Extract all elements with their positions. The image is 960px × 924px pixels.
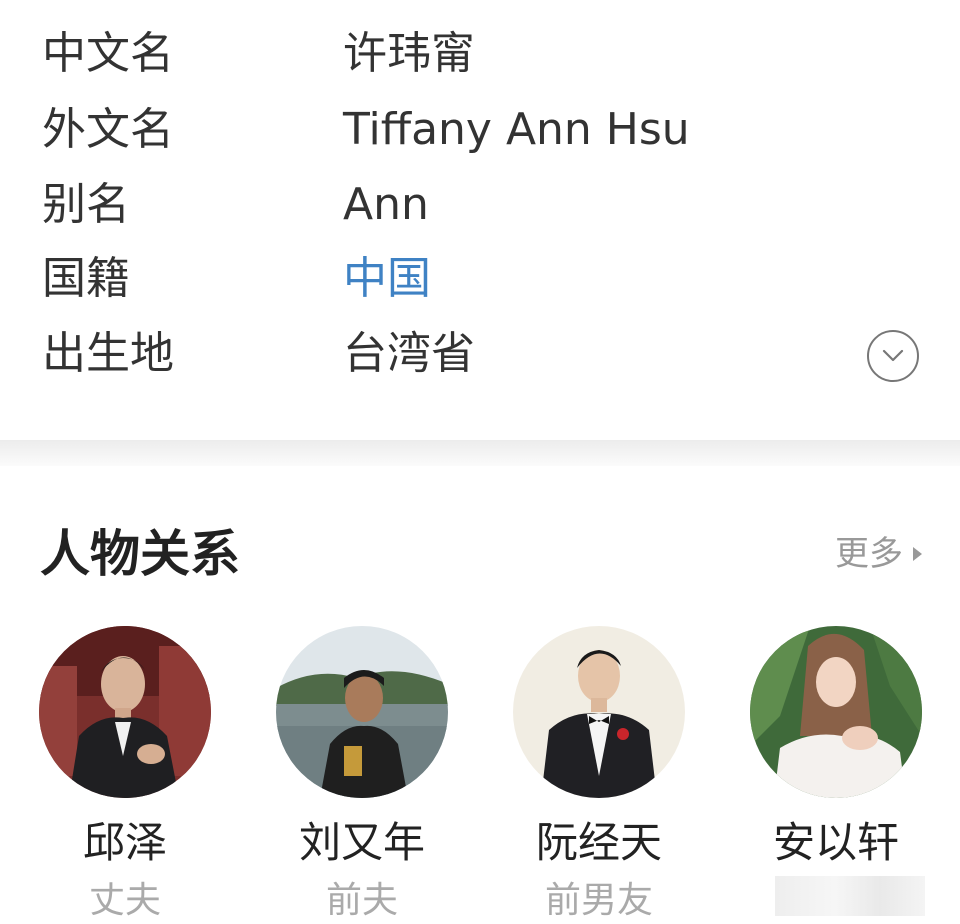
more-label: 更多 xyxy=(835,534,903,574)
relation-person[interactable]: 邱泽 丈夫 xyxy=(39,626,211,921)
arrow-right-icon xyxy=(913,547,922,561)
person-name: 阮经天 xyxy=(535,818,662,867)
relation-person[interactable]: 刘又年 前夫 xyxy=(276,626,448,921)
relations-section: 人物关系 更多 邱泽 丈夫 刘又年 前夫 阮经天 前男友 安以轩 xyxy=(0,466,960,921)
person-relation: 前夫 xyxy=(325,880,398,921)
info-value: 台湾省 xyxy=(343,328,475,379)
info-label: 别名 xyxy=(42,179,130,230)
info-row-alias: 别名 Ann xyxy=(0,175,960,235)
info-row-birthplace: 出生地 台湾省 xyxy=(0,324,960,384)
person-relation: 丈夫 xyxy=(88,880,161,921)
info-row-foreign-name: 外文名 Tiffany Ann Hsu xyxy=(0,100,960,160)
info-label: 出生地 xyxy=(42,328,174,379)
obscured-relation-label xyxy=(775,876,925,916)
chevron-down-icon xyxy=(882,349,904,362)
info-row-chinese-name: 中文名 许玮甯 xyxy=(0,24,960,84)
relation-person[interactable]: 安以轩 xyxy=(750,626,922,916)
info-value: Ann xyxy=(343,179,429,230)
nationality-link[interactable]: 中国 xyxy=(343,249,431,309)
expand-info-button[interactable] xyxy=(867,330,919,382)
info-row-nationality: 国籍 中国 xyxy=(0,249,960,309)
more-button[interactable]: 更多 xyxy=(835,534,922,574)
section-title: 人物关系 xyxy=(40,525,240,583)
relation-person[interactable]: 阮经天 前男友 xyxy=(513,626,685,921)
person-name: 邱泽 xyxy=(82,818,167,867)
info-label: 中文名 xyxy=(42,28,174,79)
person-name: 刘又年 xyxy=(298,818,425,867)
info-label: 国籍 xyxy=(42,253,130,304)
info-value: 许玮甯 xyxy=(343,28,475,79)
avatar xyxy=(39,626,211,798)
avatar xyxy=(513,626,685,798)
info-label: 外文名 xyxy=(42,104,174,155)
avatar xyxy=(276,626,448,798)
person-relation: 前男友 xyxy=(544,880,653,921)
basic-info-panel: 中文名 许玮甯 外文名 Tiffany Ann Hsu 别名 Ann 国籍 中国… xyxy=(0,0,960,440)
section-divider xyxy=(0,440,960,466)
person-name: 安以轩 xyxy=(772,818,899,867)
avatar xyxy=(750,626,922,798)
info-value: Tiffany Ann Hsu xyxy=(343,104,690,155)
